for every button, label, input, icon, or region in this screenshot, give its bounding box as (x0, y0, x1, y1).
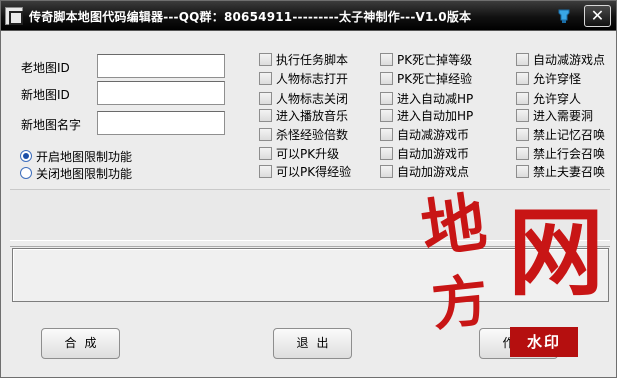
pin-icon[interactable] (554, 6, 574, 26)
checkbox-label: 执行任务脚本 (276, 52, 349, 67)
checkbox-label: 自动减游戏币 (397, 127, 470, 142)
watermark-logo: 地 方 网 水印 (416, 184, 616, 362)
checkbox-box[interactable] (516, 91, 529, 105)
checkbox-label: 禁止夫妻召唤 (533, 164, 606, 179)
exit-button[interactable]: 退出 (273, 328, 352, 359)
checkbox-forbid-memory-recall[interactable]: 禁止记忆召唤 (516, 126, 605, 142)
new-map-name-input[interactable] (97, 111, 225, 135)
checkbox-label: 杀怪经验倍数 (276, 127, 349, 142)
close-button[interactable]: ✕ (584, 5, 611, 27)
watermark-char-2: 方 (428, 267, 492, 339)
title-bar[interactable]: 传奇脚本地图代码编辑器---QQ群：80654911---------太子神制作… (1, 1, 616, 31)
new-map-id-input[interactable] (97, 81, 225, 105)
checkbox-label: 人物标志打开 (276, 71, 349, 86)
window-title: 传奇脚本地图代码编辑器---QQ群：80654911---------太子神制作… (29, 10, 472, 24)
radio-disable-limit[interactable]: 关闭地图限制功能 (20, 165, 132, 181)
checkbox-enter-auto-decrease-hp[interactable]: 进入自动减HP (380, 90, 473, 106)
checkbox-enter-play-music[interactable]: 进入播放音乐 (259, 107, 348, 123)
checkbox-label: 自动加游戏点 (397, 164, 470, 179)
checkbox-box[interactable] (259, 52, 272, 66)
checkbox-label: 可以PK升级 (276, 146, 340, 161)
checkbox-label: 进入播放音乐 (276, 108, 349, 123)
checkbox-box[interactable] (516, 52, 529, 66)
checkbox-box[interactable] (380, 91, 393, 105)
watermark-stamp: 水印 (510, 327, 578, 357)
checkbox-box[interactable] (380, 71, 393, 85)
checkbox-kill-exp-multiplier[interactable]: 杀怪经验倍数 (259, 126, 348, 142)
checkbox-allow-pass-player[interactable]: 允许穿人 (516, 90, 581, 106)
checkbox-box[interactable] (380, 146, 393, 160)
checkbox-label: 禁止行会召唤 (533, 146, 606, 161)
checkbox-label: 自动减游戏点 (533, 52, 606, 67)
checkbox-label: 进入自动加HP (397, 108, 474, 123)
checkbox-box[interactable] (259, 146, 272, 160)
radio-disable-label: 关闭地图限制功能 (36, 166, 133, 181)
checkbox-box[interactable] (259, 164, 272, 178)
watermark-char-3: 网 (508, 196, 604, 309)
checkbox-run-task-script[interactable]: 执行任务脚本 (259, 51, 348, 67)
checkbox-box[interactable] (259, 108, 272, 122)
app-icon (5, 7, 23, 25)
checkbox-forbid-spouse-recall[interactable]: 禁止夫妻召唤 (516, 163, 605, 179)
radio-button-enable[interactable] (20, 150, 32, 162)
checkbox-label: 允许穿怪 (533, 71, 582, 86)
checkbox-auto-increase-gold[interactable]: 自动加游戏币 (380, 145, 469, 161)
checkbox-enter-auto-increase-hp[interactable]: 进入自动加HP (380, 107, 473, 123)
checkbox-label: 可以PK得经验 (276, 164, 352, 179)
checkbox-label: 进入需要洞 (533, 108, 594, 123)
checkbox-box[interactable] (380, 108, 393, 122)
main-window: 传奇脚本地图代码编辑器---QQ群：80654911---------太子神制作… (0, 0, 617, 378)
generate-button[interactable]: 合成 (41, 328, 120, 359)
new-map-id-label: 新地图ID (21, 88, 70, 102)
checkbox-pk-death-drop-level[interactable]: PK死亡掉等级 (380, 51, 472, 67)
checkbox-box[interactable] (516, 146, 529, 160)
checkbox-auto-decrease-points[interactable]: 自动减游戏点 (516, 51, 605, 67)
checkbox-label: PK死亡掉经验 (397, 71, 473, 86)
checkbox-player-flag-on[interactable]: 人物标志打开 (259, 70, 348, 86)
checkbox-player-flag-off[interactable]: 人物标志关闭 (259, 90, 348, 106)
checkbox-box[interactable] (516, 164, 529, 178)
old-map-id-input[interactable] (97, 54, 225, 78)
checkbox-box[interactable] (516, 127, 529, 141)
checkbox-box[interactable] (516, 108, 529, 122)
checkbox-forbid-guild-recall[interactable]: 禁止行会召唤 (516, 145, 605, 161)
radio-button-disable[interactable] (20, 167, 32, 179)
checkbox-label: 禁止记忆召唤 (533, 127, 606, 142)
checkbox-box[interactable] (259, 71, 272, 85)
old-map-id-label: 老地图ID (21, 61, 70, 75)
checkbox-pk-death-drop-exp[interactable]: PK死亡掉经验 (380, 70, 472, 86)
checkbox-auto-decrease-gold[interactable]: 自动减游戏币 (380, 126, 469, 142)
checkbox-label: 进入自动减HP (397, 91, 474, 106)
checkbox-auto-increase-points[interactable]: 自动加游戏点 (380, 163, 469, 179)
checkbox-label: 人物标志关闭 (276, 91, 349, 106)
checkbox-pk-level-up[interactable]: 可以PK升级 (259, 145, 339, 161)
watermark-char-1: 地 (417, 184, 491, 269)
radio-enable-limit[interactable]: 开启地图限制功能 (20, 148, 132, 164)
checkbox-enter-need-hole[interactable]: 进入需要洞 (516, 107, 593, 123)
checkbox-box[interactable] (380, 127, 393, 141)
checkbox-box[interactable] (259, 91, 272, 105)
checkbox-label: 允许穿人 (533, 91, 582, 106)
radio-enable-label: 开启地图限制功能 (36, 149, 133, 164)
checkbox-box[interactable] (380, 164, 393, 178)
checkbox-label: PK死亡掉等级 (397, 52, 473, 67)
checkbox-box[interactable] (380, 52, 393, 66)
checkbox-box[interactable] (516, 71, 529, 85)
checkbox-allow-pass-monster[interactable]: 允许穿怪 (516, 70, 581, 86)
checkbox-pk-gain-exp[interactable]: 可以PK得经验 (259, 163, 351, 179)
new-map-name-label: 新地图名字 (21, 118, 82, 132)
checkbox-box[interactable] (259, 127, 272, 141)
checkbox-label: 自动加游戏币 (397, 146, 470, 161)
